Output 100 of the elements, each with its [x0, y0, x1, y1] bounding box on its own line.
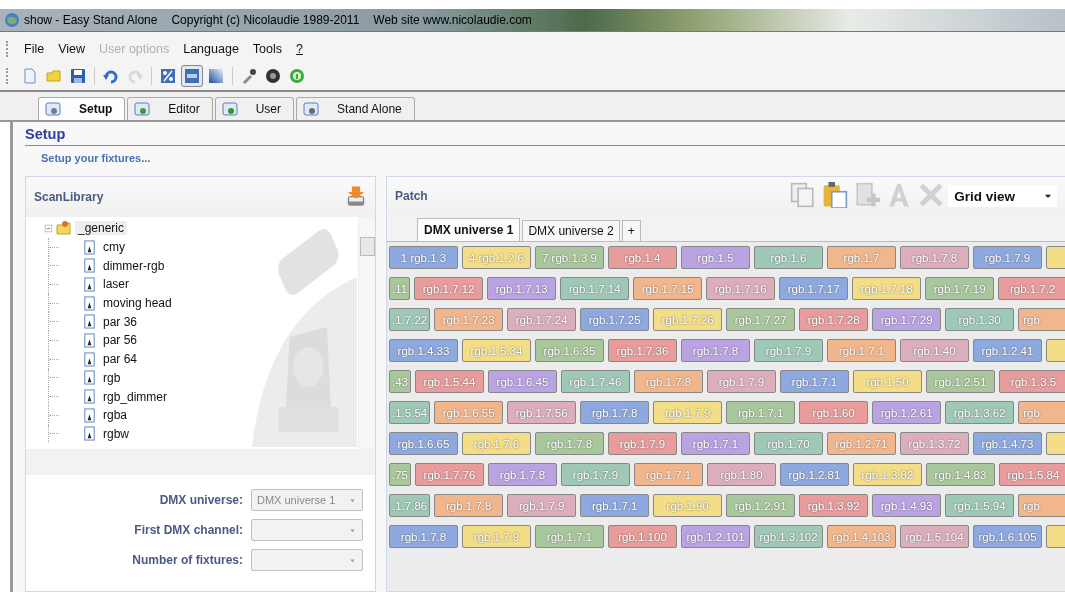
- tab[interactable]: +: [621, 220, 641, 241]
- tab[interactable]: Setup: [38, 97, 126, 120]
- fixture-tile[interactable]: rgb.1.7.8: [900, 246, 969, 269]
- fixture-tile[interactable]: rgb.1.7: [827, 246, 896, 269]
- fixture-tile[interactable]: rgb.1.3.62: [945, 401, 1015, 424]
- tree-item[interactable]: par 36: [100, 314, 141, 329]
- fixture-tile[interactable]: rgb.1.7.36: [608, 339, 677, 362]
- fixture-tile[interactable]: rgb.1.7.28: [799, 308, 869, 331]
- fixture-tile[interactable]: rgb.1.7.1: [827, 339, 896, 362]
- fixture-tile[interactable]: rgb.1.4.93: [872, 494, 942, 517]
- fixture-tile[interactable]: rgb.1.6: [754, 246, 823, 269]
- fixture-tile[interactable]: rgb.1.3.5: [999, 370, 1065, 393]
- menu-item[interactable]: Language: [176, 40, 246, 58]
- fixture-tile[interactable]: rgb.1.7.9: [653, 401, 723, 424]
- tab[interactable]: User: [214, 97, 295, 120]
- fixture-tile[interactable]: rgb.1.7.56: [507, 401, 577, 424]
- fixture-tile[interactable]: rgb.1.7.1: [681, 432, 750, 455]
- tree-item[interactable]: dimmer-rgb: [100, 258, 168, 273]
- scrollbar[interactable]: [358, 217, 375, 449]
- fixture-tile[interactable]: rgb.1.70: [754, 432, 823, 455]
- fixture-tile[interactable]: rgb.1.2.101: [681, 525, 750, 548]
- fixture-tile[interactable]: rgb.1.7.8: [434, 494, 504, 517]
- fixture-tile[interactable]: rgb.1.30: [945, 308, 1015, 331]
- fixture-tile[interactable]: rgb.1.7.9: [608, 432, 677, 455]
- collapse-toggle[interactable]: [44, 223, 53, 233]
- fixture-tile[interactable]: rgb.1.7.9: [707, 370, 776, 393]
- fixture-tile[interactable]: .75: [389, 463, 411, 486]
- fixture-tile[interactable]: rgb.1.6.65: [389, 432, 458, 455]
- fixture-tile[interactable]: rgb.1.7.9: [561, 463, 630, 486]
- fixture-tile[interactable]: rgb.1.80: [707, 463, 776, 486]
- fixture-tile[interactable]: rgb.1.5.84: [999, 463, 1065, 486]
- fixture-tile[interactable]: rgb.1.7.27: [726, 308, 796, 331]
- fixture-tile[interactable]: rgb.1.40: [900, 339, 969, 362]
- fixture-tile[interactable]: rgb.1.7.8: [535, 432, 604, 455]
- fixture-tile[interactable]: rgb.1.7.14: [560, 277, 630, 300]
- tree-item[interactable]: rgbw: [100, 426, 132, 441]
- fixture-tile[interactable]: rgb: [1018, 494, 1065, 517]
- tree-item[interactable]: par 56: [100, 333, 141, 348]
- fixture-tile[interactable]: rgb.1.3.72: [900, 432, 969, 455]
- fixture-tile[interactable]: rgb.1.7.12: [414, 277, 484, 300]
- fixture-tile[interactable]: rgb.1.7.1: [780, 370, 849, 393]
- fixture-tile[interactable]: rgb.1.7.18: [852, 277, 922, 300]
- fixture-tile[interactable]: rgb.1.4.83: [926, 463, 995, 486]
- fixture-tile[interactable]: rgb.1.7.23: [434, 308, 504, 331]
- fixture-tile[interactable]: rgb.1.50: [853, 370, 922, 393]
- fixture-tile[interactable]: rgb.1.7.6: [462, 432, 531, 455]
- fixture-tile[interactable]: rgb.1.2.61: [872, 401, 942, 424]
- fixture-tile[interactable]: 7 rgb.1.3 9: [535, 246, 604, 269]
- tab-label[interactable]: Stand Alone: [337, 102, 402, 116]
- tree-item[interactable]: rgba: [100, 408, 131, 423]
- tree-item[interactable]: laser: [100, 277, 132, 292]
- fixture-tile[interactable]: rgb.1.7.1: [580, 494, 650, 517]
- fixture-tile[interactable]: rgb.1.5.34: [462, 339, 531, 362]
- fixture-tile[interactable]: rgb: [1018, 308, 1065, 331]
- fixture-tile[interactable]: rgb.1.5.104: [900, 525, 969, 548]
- fixture-tile[interactable]: rgb.1.3.92: [799, 494, 869, 517]
- fixture-tile[interactable]: .11: [389, 277, 411, 300]
- view-dropdown[interactable]: Grid view: [948, 185, 1057, 207]
- fixture-tile[interactable]: rgb.1.7.9: [973, 246, 1042, 269]
- fixture-tile[interactable]: rgb.1.3.102: [754, 525, 823, 548]
- fixture-tile[interactable]: rgb.1.7.17: [779, 277, 849, 300]
- fixture-tile[interactable]: rgb.1.5: [681, 246, 750, 269]
- tab[interactable]: DMX universe 1: [417, 218, 521, 241]
- tree-item[interactable]: rgb: [100, 370, 124, 385]
- tree-item[interactable]: par 64: [100, 352, 141, 367]
- fixture-tile[interactable]: rgb.1.60: [799, 401, 869, 424]
- fixture-tile[interactable]: rgb.1.7.26: [653, 308, 723, 331]
- tab[interactable]: DMX universe 2: [522, 220, 620, 241]
- fixture-tile[interactable]: rgb.1.2.41: [973, 339, 1042, 362]
- counter-button[interactable]: [181, 65, 203, 87]
- fixture-tile[interactable]: rgb.1.2.91: [726, 494, 796, 517]
- tree-item[interactable]: cmy: [100, 240, 128, 255]
- menu-item[interactable]: View: [51, 40, 93, 58]
- fixture-tile[interactable]: rgb.1.7.1: [535, 525, 604, 548]
- fixture-tile[interactable]: rgb.1.5.94: [945, 494, 1015, 517]
- fixture-tile[interactable]: .1.5.54: [389, 401, 431, 424]
- fixture-tile[interactable]: rgb.1.6.105: [973, 525, 1042, 548]
- fixture-tile[interactable]: rgb.1.7.76: [415, 463, 484, 486]
- menu-item[interactable]: File: [17, 40, 52, 58]
- fixture-tile[interactable]: 1 rgb.1 3: [389, 246, 458, 269]
- fixture-tile[interactable]: rgb.1.6.55: [434, 401, 504, 424]
- fixture-tile[interactable]: rgb.1.4: [608, 246, 677, 269]
- fixture-tile[interactable]: rgb.1.7.46: [561, 370, 630, 393]
- fixture-tile[interactable]: rgb.1.7.8: [580, 401, 650, 424]
- fixture-tile[interactable]: rgb: [1018, 401, 1065, 424]
- fixture-tile[interactable]: rgb.1.6.45: [488, 370, 557, 393]
- fixture-tile[interactable]: .1.7.86: [389, 494, 431, 517]
- fixture-tile[interactable]: rgb.1.7.8: [681, 339, 750, 362]
- tab[interactable]: Editor: [127, 97, 213, 120]
- fixture-tile[interactable]: rgb.1.7.8: [389, 525, 458, 548]
- fixture-tile[interactable]: rgb.1.7.2: [998, 277, 1065, 300]
- fixture-tile[interactable]: .43: [389, 370, 411, 393]
- fixture-tile[interactable]: .1.7.22: [389, 308, 431, 331]
- fixture-tile[interactable]: rgb.1.7.1: [726, 401, 796, 424]
- fixture-tile[interactable]: rgb.1.7.8: [488, 463, 557, 486]
- fixture-tile[interactable]: rgb.1.7.1: [634, 463, 703, 486]
- tab-label[interactable]: Editor: [168, 102, 200, 116]
- fixture-tile[interactable]: rgb.1.6.35: [535, 339, 604, 362]
- fixture-tile[interactable]: rgb.1.100: [608, 525, 677, 548]
- fixture-tile[interactable]: rgb.1.7.19: [925, 277, 995, 300]
